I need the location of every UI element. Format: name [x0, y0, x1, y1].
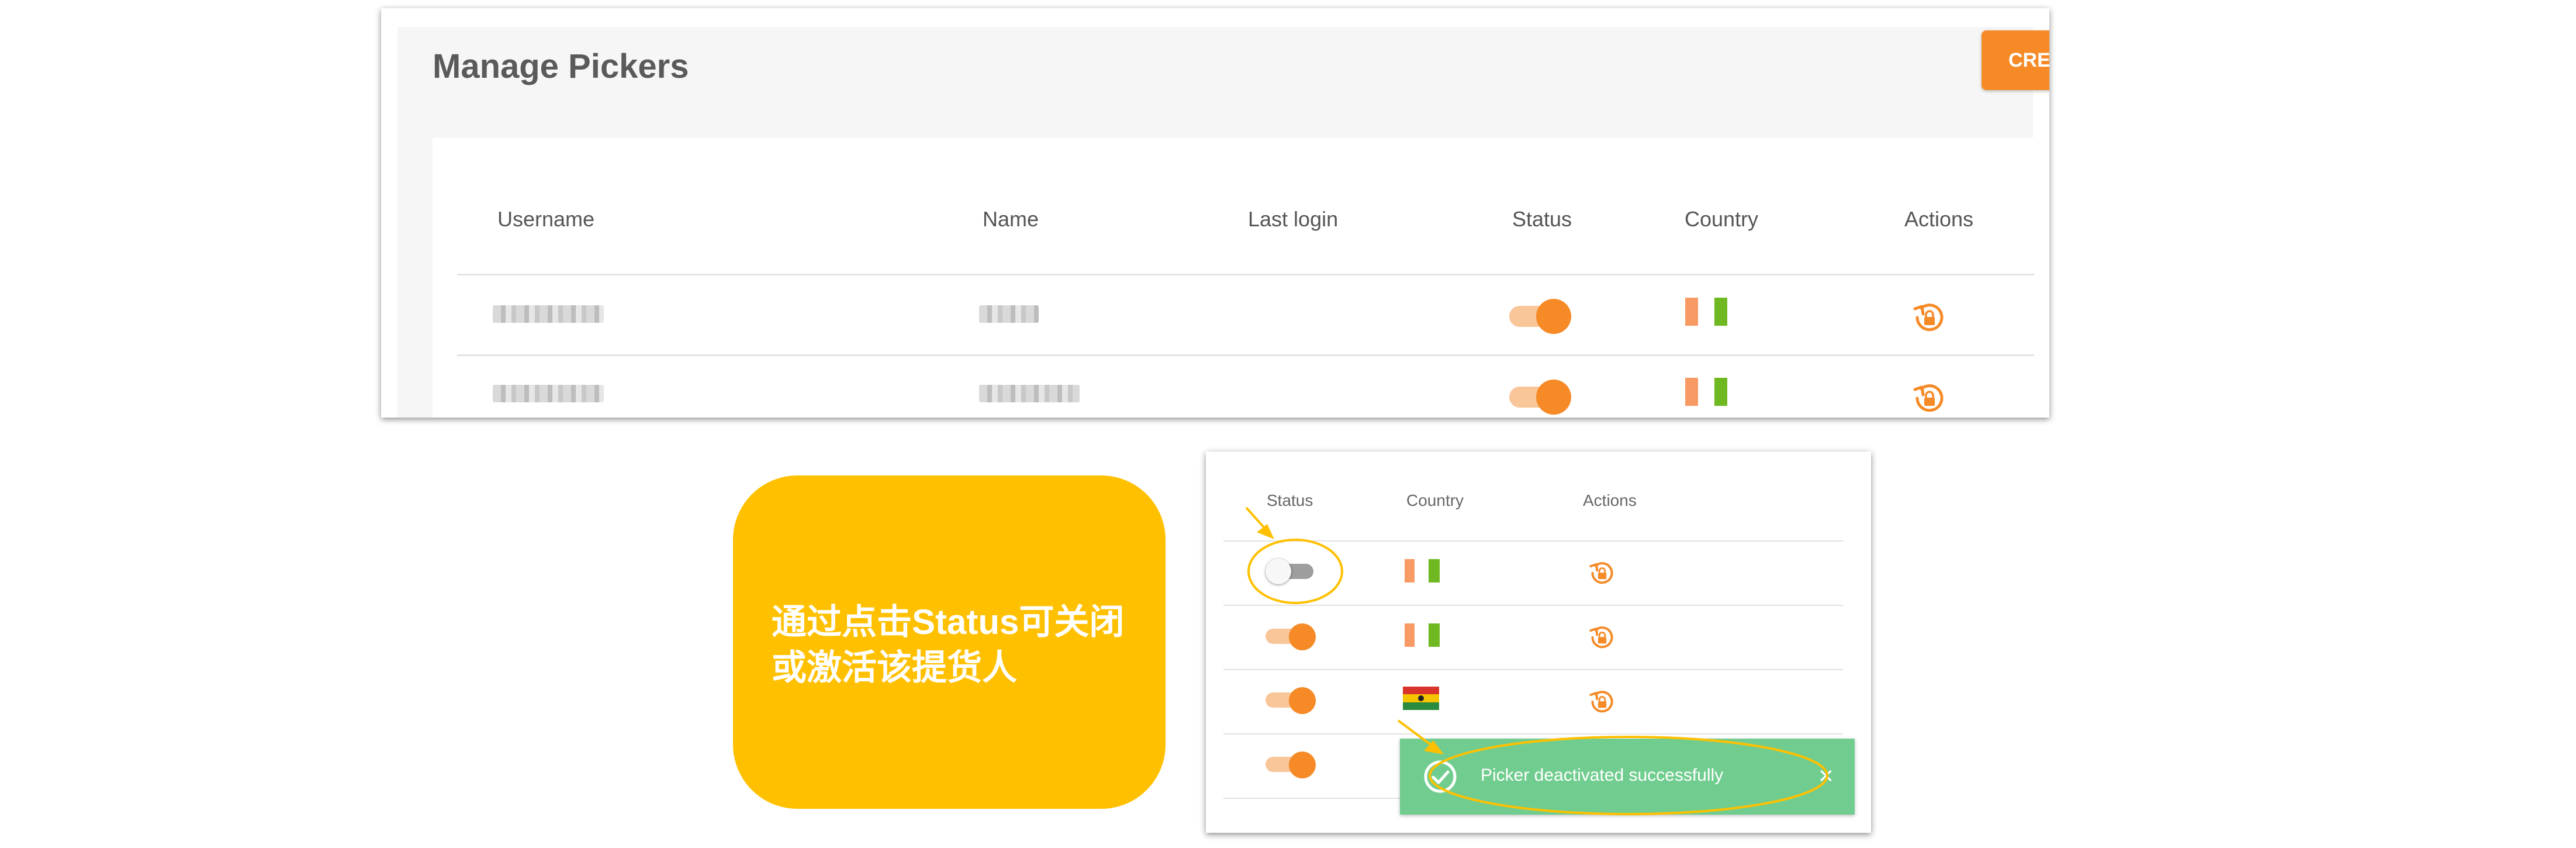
- name-cell-redacted: [979, 305, 1039, 323]
- header-divider: [457, 274, 2034, 275]
- status-toggle[interactable]: [1265, 685, 1318, 715]
- row-divider: [1223, 669, 1843, 670]
- reset-password-icon[interactable]: [1587, 687, 1617, 717]
- col-status[interactable]: Status: [1267, 491, 1313, 510]
- country-flag-icon: [1685, 298, 1727, 326]
- col-country[interactable]: Country: [1406, 491, 1464, 510]
- ghana-flag-icon: [1403, 687, 1439, 710]
- instruction-callout: 通过点击Status可关闭或激活该提货人: [733, 475, 1166, 809]
- reset-password-icon[interactable]: [1910, 298, 1949, 337]
- pickers-table: Username Name Last login Status Country …: [433, 138, 2034, 418]
- success-toast: Picker deactivated successfully ×: [1400, 739, 1855, 815]
- col-actions[interactable]: Actions: [1583, 491, 1637, 510]
- row-divider: [457, 354, 2034, 356]
- row-divider: [1223, 605, 1843, 606]
- callout-text: 通过点击Status可关闭或激活该提货人: [772, 602, 1125, 687]
- country-flag-icon: [1685, 378, 1727, 406]
- close-icon[interactable]: ×: [1818, 760, 1834, 792]
- page-title: Manage Pickers: [433, 47, 689, 85]
- manage-pickers-panel: Manage Pickers CREA Username Name Last l…: [381, 8, 2049, 418]
- col-last-login[interactable]: Last login: [1248, 207, 1338, 232]
- reset-password-icon[interactable]: [1910, 379, 1949, 418]
- toast-message: Picker deactivated successfully: [1481, 766, 1724, 785]
- create-button[interactable]: CREA: [1982, 30, 2049, 90]
- name-cell-redacted: [979, 385, 1080, 402]
- row-divider: [1223, 733, 1843, 735]
- reset-password-icon[interactable]: [1587, 558, 1617, 588]
- status-toggle[interactable]: [1265, 557, 1318, 586]
- country-flag-icon: [1405, 623, 1440, 647]
- col-actions[interactable]: Actions: [1904, 207, 1973, 232]
- status-toggle[interactable]: [1265, 622, 1318, 651]
- username-cell-redacted: [493, 385, 604, 402]
- check-circle-icon: [1424, 760, 1457, 793]
- status-toggle[interactable]: [1265, 750, 1318, 779]
- col-username[interactable]: Username: [497, 207, 594, 232]
- status-toggle[interactable]: [1509, 299, 1574, 334]
- reset-password-icon[interactable]: [1587, 622, 1617, 653]
- page-area: Manage Pickers CREA Username Name Last l…: [397, 27, 2049, 418]
- status-toggle[interactable]: [1509, 380, 1574, 415]
- header-divider: [1223, 540, 1843, 542]
- col-status[interactable]: Status: [1512, 207, 1572, 232]
- username-cell-redacted: [493, 305, 604, 323]
- col-name[interactable]: Name: [983, 207, 1039, 232]
- col-country[interactable]: Country: [1685, 207, 1758, 232]
- country-flag-icon: [1405, 559, 1440, 582]
